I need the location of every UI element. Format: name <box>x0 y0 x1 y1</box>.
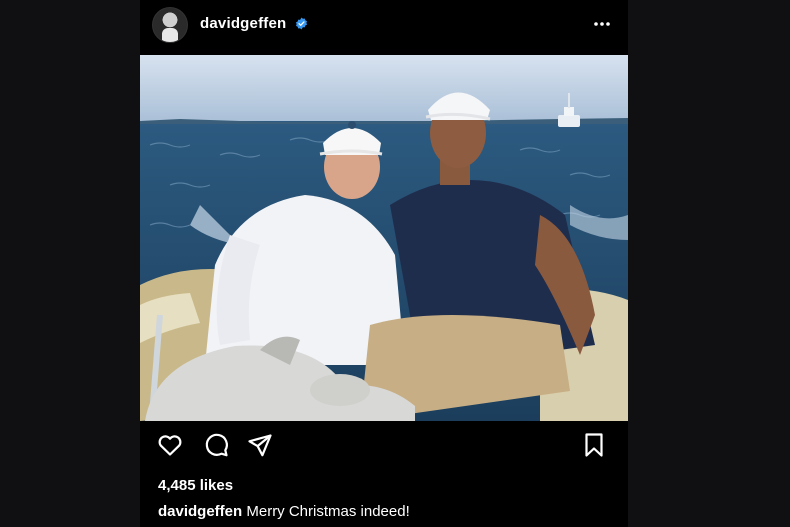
post-header: davidgeffen <box>140 0 628 55</box>
avatar[interactable] <box>152 7 188 43</box>
photo-illustration <box>140 55 628 421</box>
post-photo[interactable] <box>140 55 628 421</box>
instagram-post: davidgeffen 4,485 likes davidgeffen Merr… <box>140 0 628 527</box>
verified-badge-icon <box>296 17 307 30</box>
caption-username[interactable]: davidgeffen <box>158 503 242 520</box>
caption-text: Merry Christmas indeed! <box>242 503 410 520</box>
action-bar <box>140 431 628 463</box>
more-options-icon[interactable] <box>592 14 612 34</box>
comment-icon[interactable] <box>202 431 230 459</box>
left-margin <box>0 0 140 527</box>
username-link[interactable]: davidgeffen <box>200 15 286 32</box>
share-icon[interactable] <box>246 431 274 459</box>
sky <box>140 55 628 123</box>
bookmark-icon[interactable] <box>580 431 608 459</box>
likes-count[interactable]: 4,485 likes <box>158 477 233 494</box>
post-caption: davidgeffen Merry Christmas indeed! <box>158 503 410 520</box>
right-margin <box>628 0 790 527</box>
screenshot-frame: davidgeffen 4,485 likes davidgeffen Merr… <box>0 0 790 527</box>
heart-icon[interactable] <box>156 431 184 459</box>
